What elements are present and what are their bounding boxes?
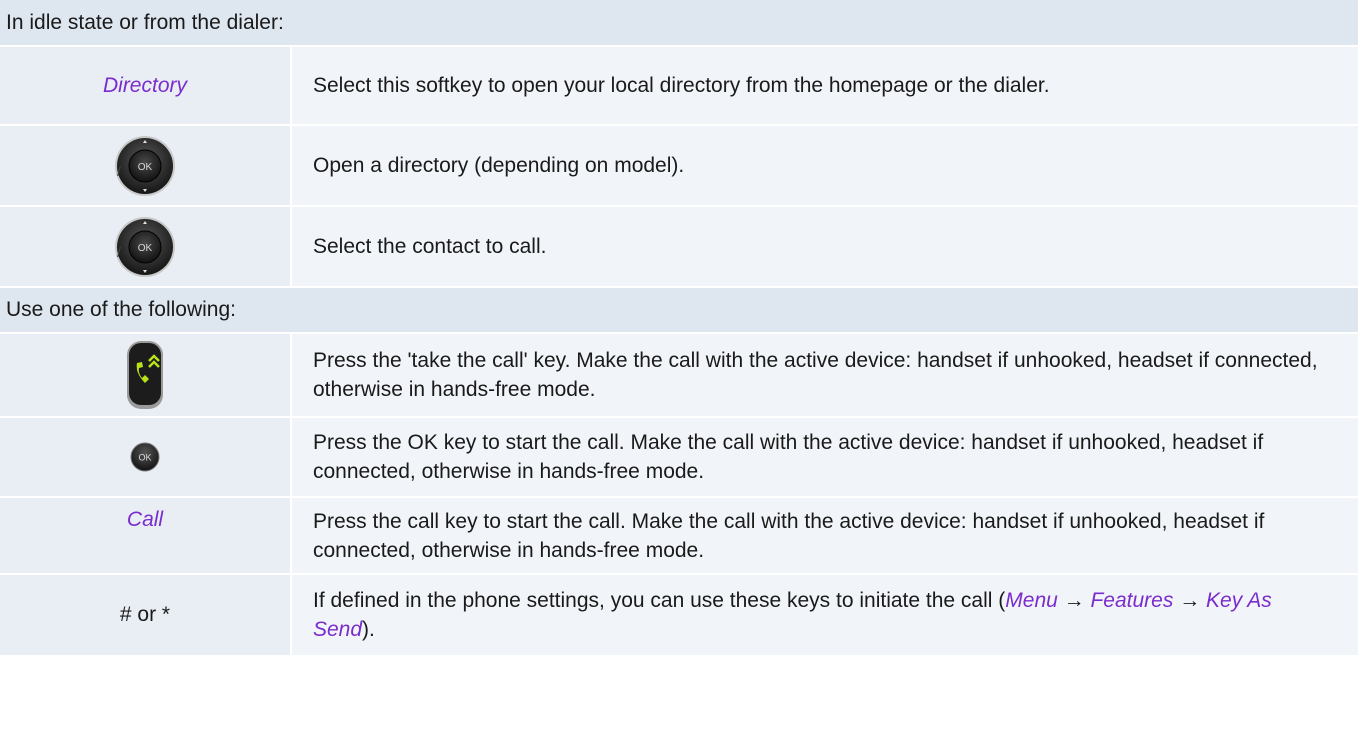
directory-softkey[interactable]: Directory [103,74,187,98]
menu-path-item[interactable]: Features [1090,589,1173,612]
row-description: Select this softkey to open your local d… [313,74,1050,97]
row-description: If defined in the phone settings, you ca… [313,589,1272,641]
description-cell: Press the call key to start the call. Ma… [292,498,1358,573]
key-cell: OK / [0,126,292,205]
row-description: Press the OK key to start the call. Make… [313,431,1264,483]
table-row-ok-key: OK Press the OK key to start the call. M… [0,418,1358,498]
description-cell: Press the OK key to start the call. Make… [292,418,1358,496]
ok-label: OK [138,453,151,463]
table-row-open-directory: OK / Open a directory (depending on mode… [0,126,1358,207]
table-row-select-contact: OK / Select the contact to call. [0,207,1358,288]
take-call-key-icon[interactable] [125,339,165,411]
row-description: Press the 'take the call' key. Make the … [313,349,1318,401]
description-cell: Open a directory (depending on model). [292,126,1358,205]
navigator-ok-icon[interactable]: OK / [113,215,177,279]
section-header-idle: In idle state or from the dialer: [0,0,1358,47]
table-row-hash-star: # or * If defined in the phone settings,… [0,575,1358,657]
table-row-directory: Directory Select this softkey to open yo… [0,47,1358,126]
navigator-ok-icon[interactable]: OK / [113,134,177,198]
call-softkey[interactable]: Call [127,508,163,532]
key-cell: Directory [0,47,292,124]
row-description: Select the contact to call. [313,235,547,258]
row-description: Open a directory (depending on model). [313,154,685,177]
description-cell: If defined in the phone settings, you ca… [292,575,1358,655]
ok-label: OK [138,243,153,254]
arrow-right-icon: → [1179,589,1201,612]
key-cell: Call [0,498,292,573]
description-cell: Press the 'take the call' key. Make the … [292,334,1358,416]
key-cell: # or * [0,575,292,655]
hash-star-keys[interactable]: # or * [120,603,170,627]
table-row-take-call: Press the 'take the call' key. Make the … [0,334,1358,418]
menu-path-item[interactable]: Menu [1005,589,1058,612]
description-cell: Select this softkey to open your local d… [292,47,1358,124]
key-cell [0,334,292,416]
section-header-text: In idle state or from the dialer: [6,10,284,34]
svg-text:/: / [117,244,121,260]
arrow-right-icon: → [1063,589,1085,612]
table-row-call-softkey: Call Press the call key to start the cal… [0,498,1358,575]
key-cell: OK [0,418,292,496]
section-header-use-one: Use one of the following: [0,288,1358,334]
description-cell: Select the contact to call. [292,207,1358,286]
svg-text:/: / [117,163,121,179]
key-cell: OK / [0,207,292,286]
ok-label: OK [138,162,153,173]
ok-key-icon[interactable]: OK [130,442,160,472]
row-description: Press the call key to start the call. Ma… [313,509,1265,562]
section-header-text: Use one of the following: [6,298,236,321]
instruction-table: In idle state or from the dialer: Direct… [0,0,1358,657]
